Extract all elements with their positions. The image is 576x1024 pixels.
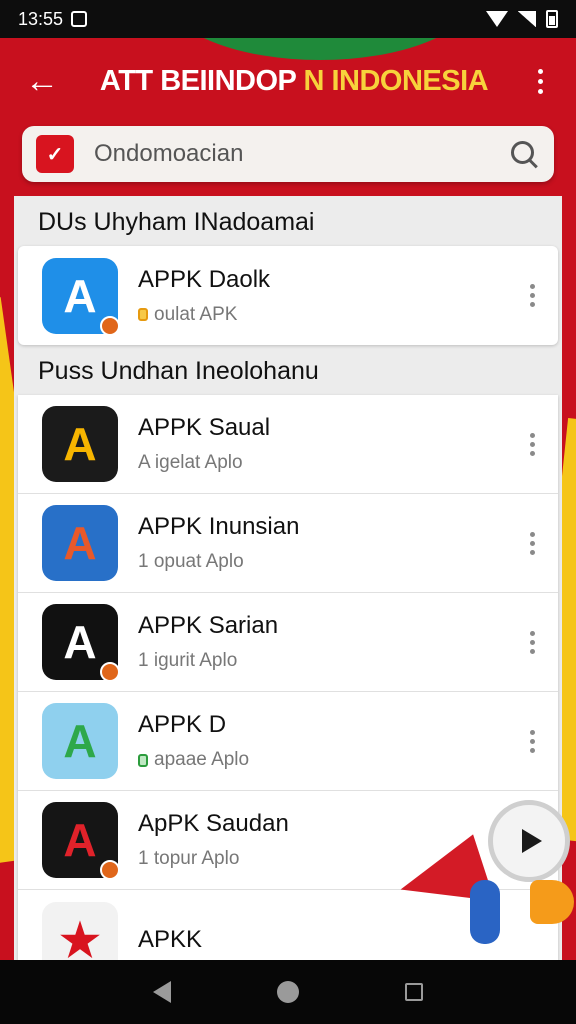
item-menu-icon[interactable] xyxy=(520,721,544,761)
app-subtitle-text: 1 topur Aplo xyxy=(138,848,240,869)
app-logo-icon: ✓ xyxy=(36,135,74,173)
item-menu-icon[interactable] xyxy=(520,424,544,464)
nav-recents-icon[interactable] xyxy=(405,983,423,1001)
nav-back-icon[interactable] xyxy=(153,981,171,1003)
app-a-green-icon: A xyxy=(42,703,118,779)
update-badge-icon xyxy=(100,860,120,880)
app-list-sheet: DUs Uhyham INadoamai A APPK Daolk oulat APK… xyxy=(14,196,562,960)
app-subtitle: oulat APK xyxy=(138,304,520,326)
app-a-blue-icon: A xyxy=(42,257,120,336)
app-name: APPK Saual xyxy=(138,414,271,441)
app-list-item[interactable]: A APPK Inunsian 1 opuat Aplo xyxy=(18,494,558,593)
app-list-card: A APPK Daolk oulat APK xyxy=(18,246,558,345)
title-main: ATT BEIINDOP xyxy=(99,64,296,97)
battery-icon xyxy=(546,10,558,28)
megaphone-decoration xyxy=(530,880,574,924)
app-list-item[interactable]: A APPK Sarian 1 igurit Aplo xyxy=(18,593,558,692)
title-accent: N INDONESIA xyxy=(303,64,489,97)
microphone-decoration xyxy=(470,880,500,944)
app-a-yellow-icon: A xyxy=(42,406,118,482)
app-subtitle: A igelat Aplo xyxy=(138,452,520,474)
app-name: APPK D xyxy=(138,711,227,738)
app-a-red-icon: A xyxy=(42,802,120,880)
app-list-item[interactable]: A APPK Daolk oulat APK xyxy=(18,246,558,345)
status-dot-icon xyxy=(138,753,148,767)
update-badge-icon xyxy=(100,315,120,336)
app-name: APPK Sarian xyxy=(138,612,279,639)
signal-icon xyxy=(518,11,536,27)
play-magnifier-icon xyxy=(488,800,570,882)
wifi-icon xyxy=(486,11,508,27)
app-name: ApPK Saudan xyxy=(138,810,289,837)
app-a-gradient-icon: A xyxy=(42,505,118,581)
app-a-outline-icon: A xyxy=(42,604,120,682)
app-subtitle: 1 opuat Aplo xyxy=(138,551,520,573)
update-badge-icon xyxy=(100,662,120,682)
search-input[interactable] xyxy=(94,140,508,168)
app-subtitle-text: 1 opuat Aplo xyxy=(138,551,244,572)
overflow-menu-icon[interactable] xyxy=(524,59,556,103)
nav-home-icon[interactable] xyxy=(277,981,299,1003)
status-time: 13:55 xyxy=(18,8,64,29)
app-subtitle-text: 1 igurit Aplo xyxy=(138,650,238,671)
notification-icon xyxy=(71,11,88,27)
app-star-icon: ★ xyxy=(42,901,118,960)
page-title: ATT BEIINDOP N INDONESIA xyxy=(64,65,524,98)
section-title: Puss Undhan Ineolohanu xyxy=(38,357,319,385)
app-subtitle-text: oulat APK xyxy=(154,303,238,325)
app-name: APPK Daolk xyxy=(138,265,271,293)
item-menu-icon[interactable] xyxy=(520,276,544,316)
app-subtitle: 1 igurit Aplo xyxy=(138,650,520,672)
status-dot-icon xyxy=(138,308,148,321)
item-menu-icon[interactable] xyxy=(520,622,544,662)
status-bar: 13:55 xyxy=(0,0,576,38)
search-icon[interactable] xyxy=(508,138,540,170)
app-bar: ← ATT BEIINDOP N INDONESIA xyxy=(0,38,576,124)
app-subtitle-text: apaae Aplo xyxy=(154,749,250,770)
app-subtitle: apaae Aplo xyxy=(138,749,520,771)
navigation-bar xyxy=(0,960,576,1024)
back-arrow-icon[interactable]: ← xyxy=(20,59,64,103)
app-list-item[interactable]: A APPK Saual A igelat Aplo xyxy=(18,395,558,494)
item-menu-icon[interactable] xyxy=(520,523,544,563)
search-bar: ✓ xyxy=(22,126,554,182)
app-list-item[interactable]: A APPK D apaae Aplo xyxy=(18,692,558,791)
app-name: APPK Inunsian xyxy=(138,513,300,540)
section-title: DUs Uhyham INadoamai xyxy=(38,208,315,236)
app-subtitle-text: A igelat Aplo xyxy=(138,452,243,473)
